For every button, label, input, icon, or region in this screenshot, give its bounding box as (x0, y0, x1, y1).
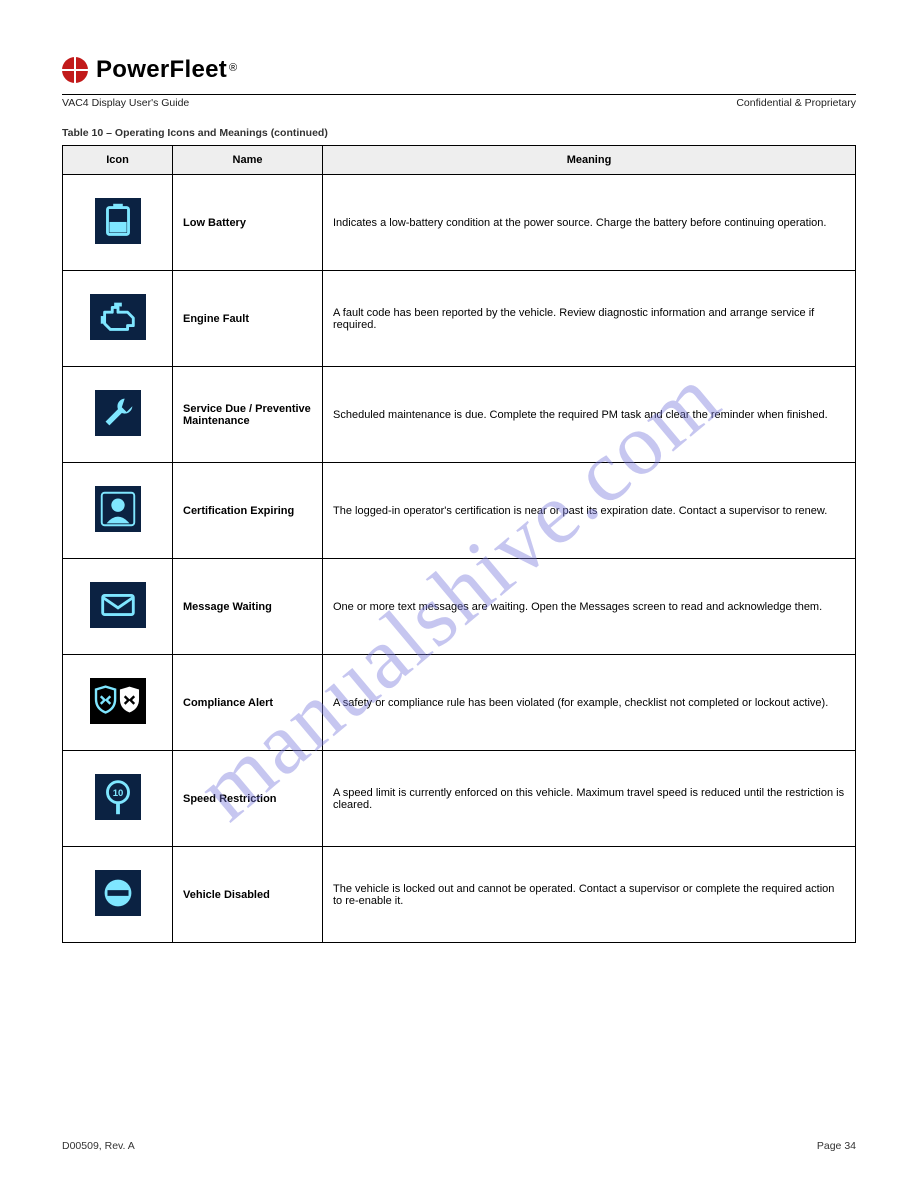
row-meaning: A fault code has been reported by the ve… (323, 271, 856, 367)
row-name: Compliance Alert (173, 655, 323, 751)
table-row: Vehicle Disabled The vehicle is locked o… (63, 847, 856, 943)
row-meaning: A safety or compliance rule has been vio… (323, 655, 856, 751)
wrench-icon (95, 390, 141, 436)
table-caption: Table 10 – Operating Icons and Meanings … (62, 127, 856, 139)
row-name: Service Due / Preventive Maintenance (173, 367, 323, 463)
row-meaning: Scheduled maintenance is due. Complete t… (323, 367, 856, 463)
table-row: Message Waiting One or more text message… (63, 559, 856, 655)
page-footer: D00509, Rev. A Page 34 (62, 1140, 856, 1152)
message-icon (90, 582, 146, 628)
table-row: 10 Speed Restriction A speed limit is cu… (63, 751, 856, 847)
col-header-icon: Icon (63, 146, 173, 175)
col-header-meaning: Meaning (323, 146, 856, 175)
battery-icon (95, 198, 141, 244)
prohibit-icon (95, 870, 141, 916)
confidential-label: Confidential & Proprietary (736, 97, 856, 109)
row-name: Low Battery (173, 175, 323, 271)
engine-icon (90, 294, 146, 340)
row-meaning: A speed limit is currently enforced on t… (323, 751, 856, 847)
doc-number: D00509, Rev. A (62, 1140, 135, 1152)
table-row: Service Due / Preventive Maintenance Sch… (63, 367, 856, 463)
page-number: Page 34 (817, 1140, 856, 1152)
shields-icon (90, 678, 146, 724)
brand-name: PowerFleet® (96, 56, 237, 84)
table-row: Low Battery Indicates a low-battery cond… (63, 175, 856, 271)
row-name: Certification Expiring (173, 463, 323, 559)
doc-meta-bar: VAC4 Display User's Guide Confidential &… (62, 97, 856, 109)
table-row: Compliance Alert A safety or compliance … (63, 655, 856, 751)
col-header-name: Name (173, 146, 323, 175)
powerfleet-logo-icon (62, 57, 88, 83)
row-meaning: The logged-in operator's certification i… (323, 463, 856, 559)
row-name: Vehicle Disabled (173, 847, 323, 943)
icons-table: Icon Name Meaning Low Bat (62, 145, 856, 943)
svg-text:10: 10 (112, 788, 123, 799)
table-row: Engine Fault A fault code has been repor… (63, 271, 856, 367)
speed-sign-icon: 10 (95, 774, 141, 820)
row-name: Engine Fault (173, 271, 323, 367)
row-name: Speed Restriction (173, 751, 323, 847)
row-meaning: The vehicle is locked out and cannot be … (323, 847, 856, 943)
row-name: Message Waiting (173, 559, 323, 655)
operator-icon (95, 486, 141, 532)
table-row: Certification Expiring The logged-in ope… (63, 463, 856, 559)
doc-title: VAC4 Display User's Guide (62, 97, 189, 109)
row-meaning: Indicates a low-battery condition at the… (323, 175, 856, 271)
row-meaning: One or more text messages are waiting. O… (323, 559, 856, 655)
page-header: PowerFleet® (62, 56, 856, 95)
